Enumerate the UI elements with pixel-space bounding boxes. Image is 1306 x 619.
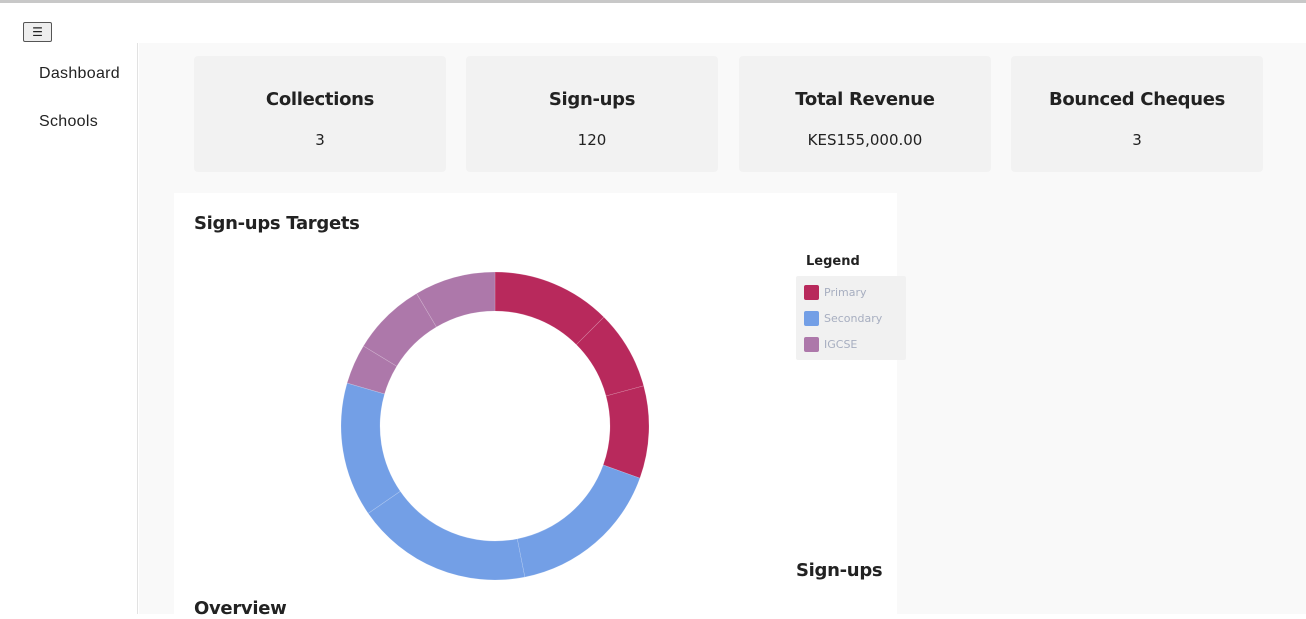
- card-value: 3: [315, 131, 325, 149]
- card-value: KES155,000.00: [807, 131, 923, 149]
- card-value: 120: [577, 131, 607, 149]
- menu-toggle-button[interactable]: ☰: [23, 22, 52, 42]
- signups-label: Sign-ups: [796, 560, 883, 581]
- legend-item-secondary[interactable]: Secondary: [804, 310, 882, 326]
- legend-swatch: [804, 310, 819, 326]
- stat-card-signups: Sign-ups 120: [466, 56, 718, 172]
- legend-label: Primary: [824, 285, 867, 299]
- card-title: Total Revenue: [795, 89, 935, 110]
- legend-item-igcse[interactable]: IGCSE: [804, 336, 857, 352]
- card-title: Sign-ups: [548, 89, 636, 110]
- overview-heading: Overview: [194, 598, 287, 619]
- sidebar: Dashboard Schools: [0, 43, 138, 614]
- chart-legend: Primary Secondary IGCSE: [796, 276, 906, 360]
- legend-item-primary[interactable]: Primary: [804, 284, 867, 300]
- legend-swatch: [804, 336, 819, 352]
- sidebar-item-schools[interactable]: Schools: [39, 113, 98, 131]
- legend-title: Legend: [806, 254, 860, 269]
- stat-card-collections: Collections 3: [194, 56, 446, 172]
- panel-title: Sign-ups Targets: [194, 213, 360, 234]
- card-value: 3: [1132, 131, 1142, 149]
- stat-card-total-revenue: Total Revenue KES155,000.00: [739, 56, 991, 172]
- top-border: [0, 0, 1306, 3]
- card-title: Bounced Cheques: [1048, 89, 1226, 110]
- stat-card-bounced-cheques: Bounced Cheques 3: [1011, 56, 1263, 172]
- card-title: Collections: [265, 89, 375, 110]
- sidebar-item-dashboard[interactable]: Dashboard: [39, 65, 120, 83]
- signups-targets-panel: Sign-ups Targets: [174, 193, 897, 614]
- legend-label: IGCSE: [824, 337, 858, 351]
- main-content: Collections 3 Sign-ups 120 Total Revenue…: [139, 43, 1306, 614]
- hamburger-icon: ☰: [32, 25, 43, 39]
- legend-label: Secondary: [824, 311, 883, 325]
- legend-swatch: [804, 284, 819, 300]
